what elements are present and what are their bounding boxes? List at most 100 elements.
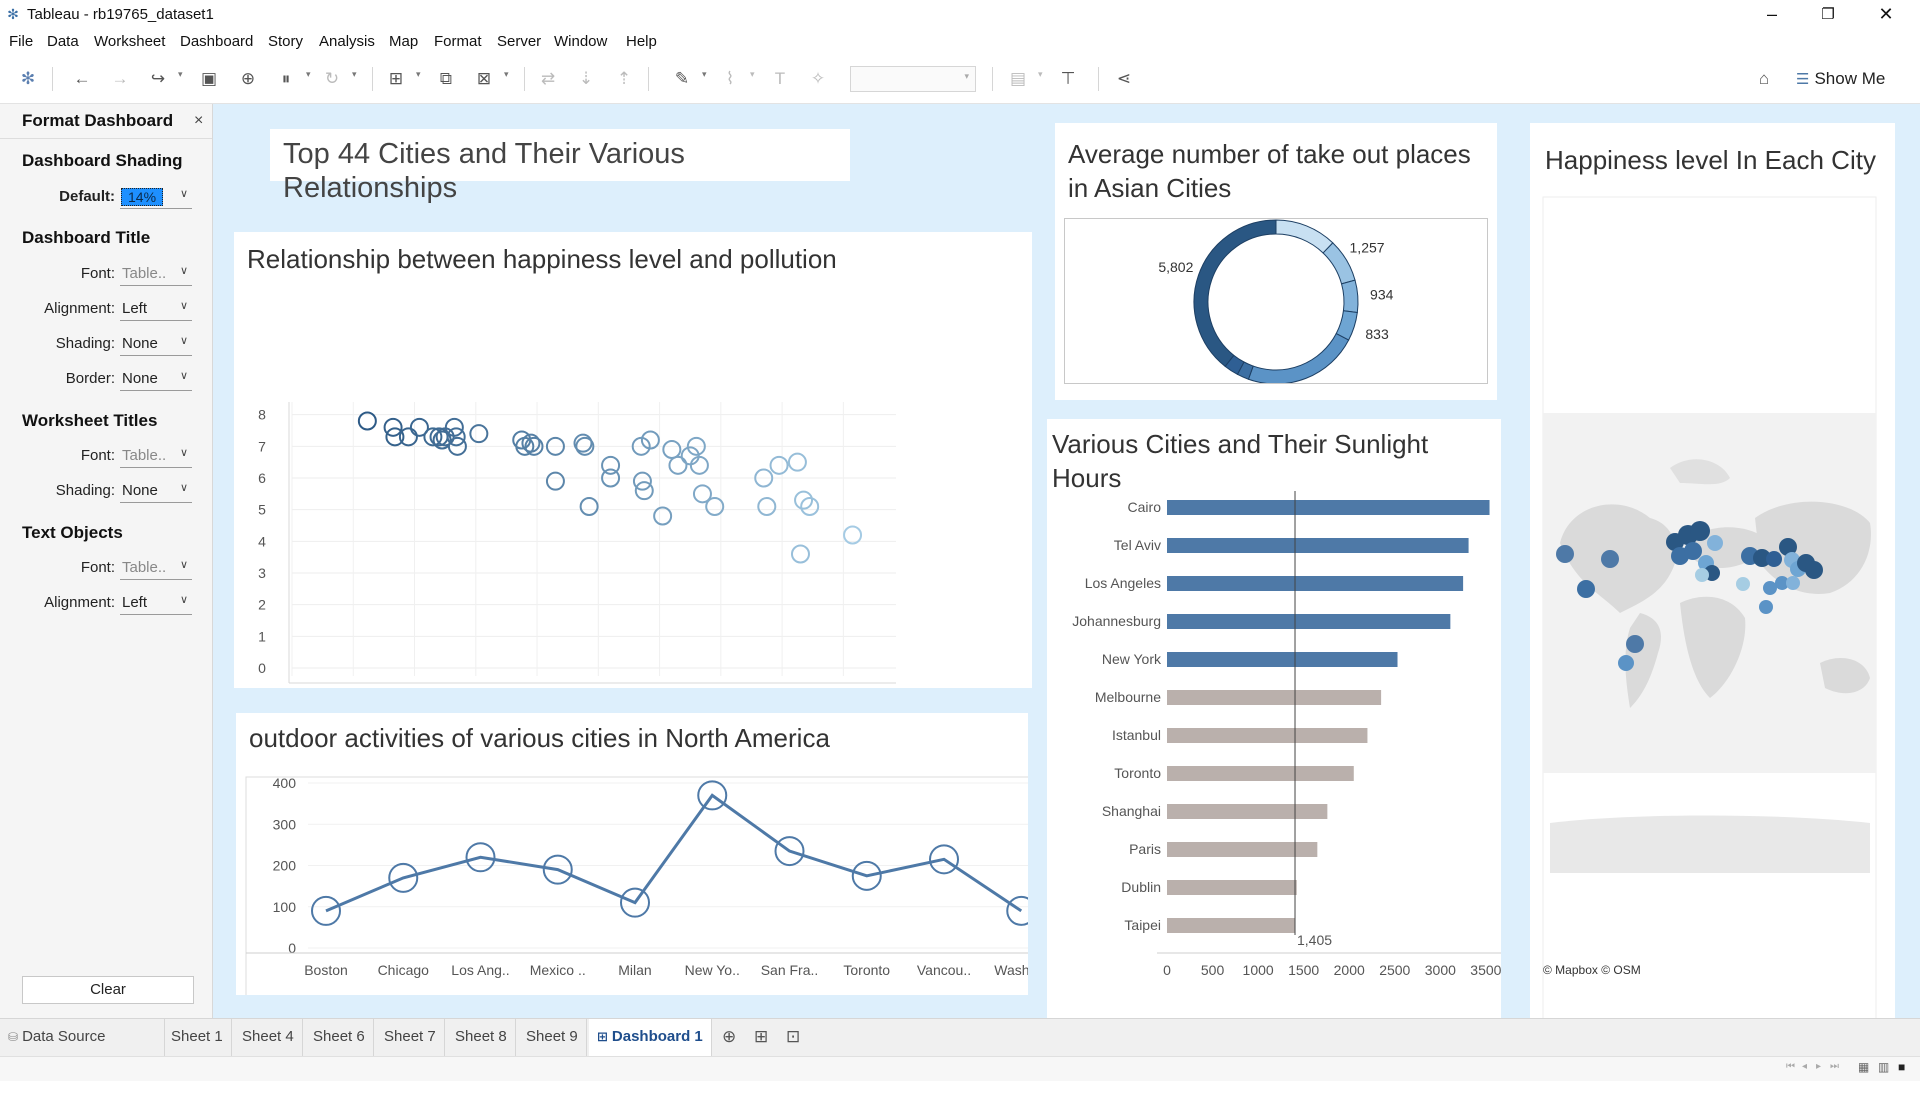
show-cards-icon[interactable]: ▤ <box>1006 67 1030 91</box>
menu-format[interactable]: Format <box>434 33 482 50</box>
minimize-icon[interactable]: – <box>1744 0 1800 29</box>
ws-font-select[interactable]: Table.. ∨ <box>120 445 192 468</box>
new-worksheet-icon[interactable]: ⊞ <box>384 67 408 91</box>
menu-map[interactable]: Map <box>389 33 418 50</box>
new-datasource-icon[interactable]: ⊕ <box>236 67 260 91</box>
redo-icon[interactable]: → <box>108 67 132 91</box>
swap-rows-columns-icon[interactable]: ⇄ <box>536 67 560 91</box>
menu-window[interactable]: Window <box>554 33 607 50</box>
show-me-button[interactable]: ☰ Show Me <box>1796 67 1885 91</box>
fix-axes-icon[interactable]: ✧ <box>806 67 830 91</box>
show-sheet-sorter-icon[interactable]: ▦ <box>1858 1060 1869 1074</box>
menu-server[interactable]: Server <box>497 33 541 50</box>
scatter-point <box>787 452 807 472</box>
dropdown-arrow-icon[interactable]: ▾ <box>178 69 183 80</box>
title-shading-label: Shading: <box>55 335 115 352</box>
happiness-map-card[interactable]: Happiness level In Each City © Mapbox © … <box>1530 123 1895 1093</box>
tab-sheet-4[interactable]: Sheet 4 <box>234 1019 303 1056</box>
restore-icon[interactable]: ❐ <box>1800 0 1856 29</box>
new-dashboard-tab-icon[interactable]: ⊞ <box>754 1027 768 1047</box>
title-shading-select[interactable]: None ∨ <box>120 333 192 356</box>
dropdown-arrow-icon[interactable]: ▾ <box>352 69 357 80</box>
title-border-select[interactable]: None ∨ <box>120 368 192 391</box>
menu-data[interactable]: Data <box>47 33 79 50</box>
menu-analysis[interactable]: Analysis <box>319 33 375 50</box>
sort-descending-icon[interactable]: ⇡ <box>612 67 636 91</box>
dashboard-canvas: Top 44 Cities and Their Various Relation… <box>213 104 1920 1093</box>
takeout-chart-frame: 1,7961,2579348333,3553464205,802 <box>1064 218 1488 384</box>
title-border-value: None <box>122 370 158 387</box>
tab-sheet-9[interactable]: Sheet 9 <box>518 1019 587 1056</box>
menu-bar: File Data Worksheet Dashboard Story Anal… <box>0 29 1920 55</box>
default-shading-select[interactable]: 14% ∨ <box>120 186 192 209</box>
replay-icon[interactable]: ↪ <box>146 67 170 91</box>
menu-help[interactable]: Help <box>626 33 657 50</box>
dropdown-arrow-icon[interactable]: ▾ <box>702 69 707 80</box>
sunlight-bar <box>1167 804 1328 819</box>
show-tabs-icon[interactable]: ■ <box>1898 1060 1905 1074</box>
happiness-map[interactable] <box>1530 123 1895 1093</box>
dropdown-arrow-icon[interactable]: ▾ <box>416 69 421 80</box>
prev-sheet-icon[interactable]: ◂ <box>1802 1061 1807 1072</box>
takeout-card[interactable]: Average number of take out places in Asi… <box>1055 123 1497 400</box>
group-members-icon[interactable]: ⌇ <box>718 67 742 91</box>
fit-dropdown[interactable]: ▾ <box>850 66 976 92</box>
menu-story[interactable]: Story <box>268 33 303 50</box>
clear-sheet-icon[interactable]: ⊠ <box>472 67 496 91</box>
menu-file[interactable]: File <box>9 33 33 50</box>
last-sheet-icon[interactable]: ⏭ <box>1830 1061 1839 1072</box>
refresh-icon[interactable]: ↻ <box>320 67 344 91</box>
new-story-tab-icon[interactable]: ⊡ <box>786 1027 800 1047</box>
tableau-home-icon[interactable]: ✻ <box>16 67 40 91</box>
divider <box>0 138 212 139</box>
next-sheet-icon[interactable]: ▸ <box>1816 1061 1821 1072</box>
bar-category-label: Toronto <box>1114 765 1161 781</box>
x-tick-label: New Yo.. <box>685 962 740 978</box>
tab-sheet-6[interactable]: Sheet 6 <box>305 1019 374 1056</box>
text-font-select[interactable]: Table.. ∨ <box>120 557 192 580</box>
undo-icon[interactable]: ← <box>70 67 94 91</box>
city-marker <box>1556 545 1574 563</box>
tab-sheet-1[interactable]: Sheet 1 <box>163 1019 232 1056</box>
outdoor-card[interactable]: outdoor activities of various cities in … <box>236 713 1028 995</box>
first-sheet-icon[interactable]: ⏮ <box>1786 1061 1795 1072</box>
sort-ascending-icon[interactable]: ⇣ <box>574 67 598 91</box>
pause-updates-icon[interactable]: ⏸ <box>274 67 298 91</box>
chevron-down-icon: ∨ <box>179 335 188 347</box>
text-alignment-select[interactable]: Left ∨ <box>120 592 192 615</box>
status-bar: ⏮ ◂ ▸ ⏭ ▦ ▥ ■ <box>0 1056 1920 1081</box>
dashboard-title-box[interactable]: Top 44 Cities and Their Various Relation… <box>270 129 850 204</box>
presentation-mode-icon[interactable]: ⊤ <box>1056 67 1080 91</box>
sunlight-bar <box>1167 918 1296 933</box>
close-icon[interactable]: ✕ <box>1858 0 1914 29</box>
scatter-card[interactable]: Relationship between happiness level and… <box>234 232 1032 688</box>
share-icon[interactable]: ⋖ <box>1112 67 1136 91</box>
format-painter-icon[interactable]: ⌂ <box>1752 67 1776 91</box>
new-worksheet-tab-icon[interactable]: ⊕ <box>722 1027 736 1047</box>
menu-dashboard[interactable]: Dashboard <box>180 33 253 50</box>
sunlight-card[interactable]: Various Cities and Their Sunlight Hours … <box>1047 419 1501 1092</box>
tab-sheet-8[interactable]: Sheet 8 <box>447 1019 516 1056</box>
dropdown-arrow-icon[interactable]: ▾ <box>504 69 509 80</box>
chevron-down-icon: ∨ <box>179 370 188 382</box>
format-pane-close-icon[interactable]: × <box>194 112 203 130</box>
dropdown-arrow-icon[interactable]: ▾ <box>750 69 755 80</box>
dropdown-arrow-icon[interactable]: ▾ <box>1038 69 1043 80</box>
y-tick-label: 3 <box>258 565 266 581</box>
tab-dashboard-1[interactable]: ⊞ Dashboard 1 <box>589 1019 712 1056</box>
tab-data-source[interactable]: ⛁ Data Source <box>0 1019 165 1056</box>
menu-worksheet[interactable]: Worksheet <box>94 33 165 50</box>
ws-shading-select[interactable]: None ∨ <box>120 480 192 503</box>
show-filmstrip-icon[interactable]: ▥ <box>1878 1060 1889 1074</box>
highlight-pen-icon[interactable]: ✎ <box>670 67 694 91</box>
dropdown-arrow-icon[interactable]: ▾ <box>306 69 311 80</box>
duplicate-icon[interactable]: ⧉ <box>434 67 458 91</box>
title-font-select[interactable]: Table.. ∨ <box>120 263 192 286</box>
show-labels-icon[interactable]: T <box>768 67 792 91</box>
title-alignment-select[interactable]: Left ∨ <box>120 298 192 321</box>
donut-label: 833 <box>1365 326 1389 342</box>
tab-sheet-7[interactable]: Sheet 7 <box>376 1019 445 1056</box>
save-icon[interactable]: ▣ <box>197 67 221 91</box>
chevron-down-icon: ∨ <box>179 594 188 606</box>
clear-button[interactable]: Clear <box>22 976 194 1004</box>
